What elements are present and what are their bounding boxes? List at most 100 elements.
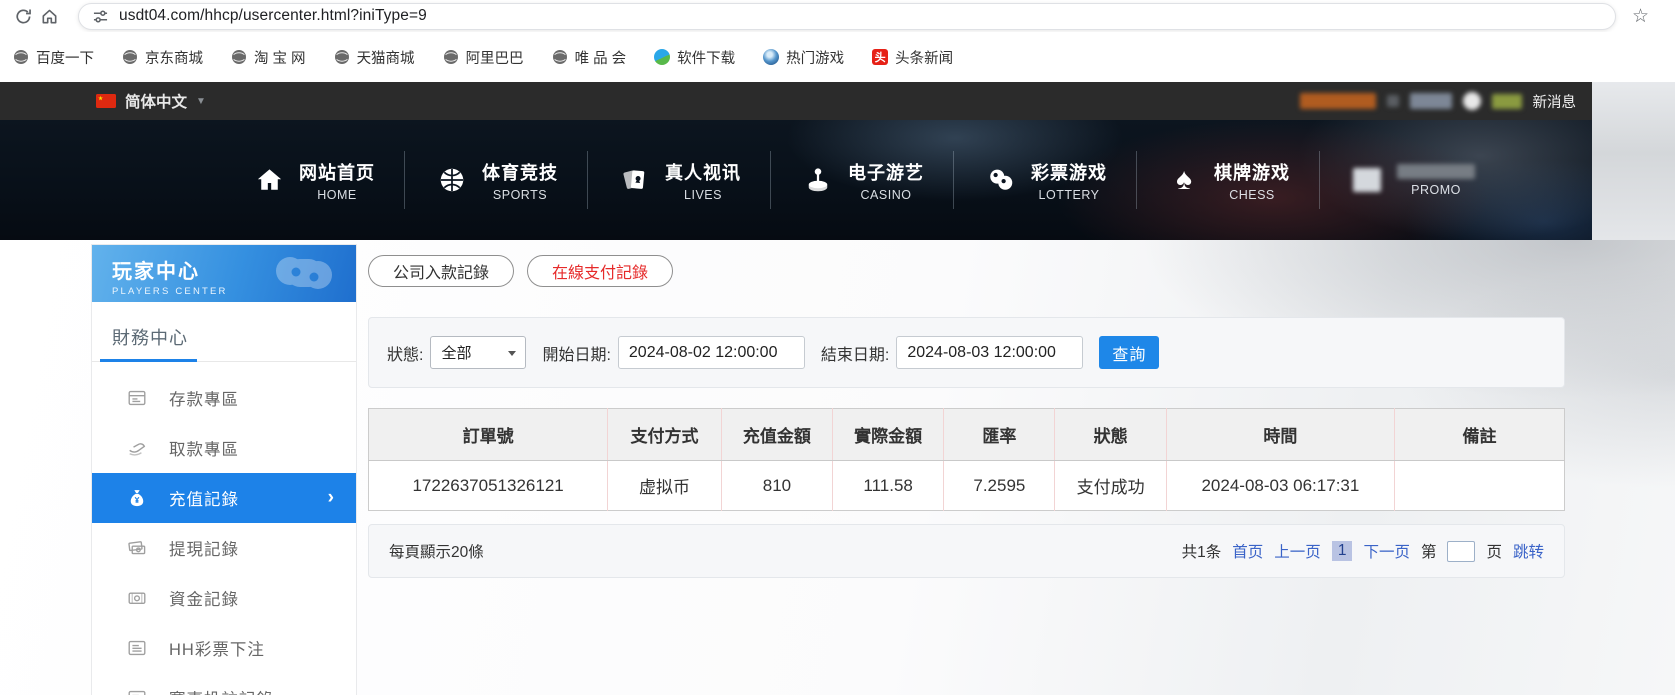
sidebar-item-withdraw[interactable]: 取款專區 <box>92 423 356 473</box>
toutiao-icon: 头 <box>872 49 889 65</box>
sidebar-item-funds-records[interactable]: 資金記錄 <box>92 573 356 623</box>
cell-order-number: 1722637051326121 <box>368 460 608 511</box>
page-size-label: 每頁顯示20條 <box>389 544 484 561</box>
nav-item-chess[interactable]: ♠ 棋牌游戏 CHESS <box>1137 159 1320 202</box>
globe-icon <box>334 50 349 64</box>
bookmark-baidu[interactable]: 百度一下 <box>13 47 94 68</box>
gamepad-watermark-icon <box>276 257 332 289</box>
browser-toolbar: usdt04.com/hhcp/usercenter.html?iniType=… <box>0 0 1675 32</box>
finance-center-heading: 財務中心 <box>112 328 188 348</box>
bookmark-software[interactable]: 软件下载 <box>654 47 735 68</box>
nav-label: 电子游艺 CASINO <box>848 159 924 202</box>
col-exchange-rate: 匯率 <box>943 408 1055 461</box>
current-page[interactable]: 1 <box>1331 541 1353 561</box>
nav-item-lottery[interactable]: 彩票游戏 LOTTERY <box>954 159 1137 202</box>
bookmark-tmall[interactable]: 天猫商城 <box>334 47 415 68</box>
screen: usdt04.com/hhcp/usercenter.html?iniType=… <box>0 0 1675 695</box>
redacted-badge <box>1386 95 1399 107</box>
bookmark-star-icon[interactable]: ☆ <box>1632 7 1649 26</box>
withdraw-icon <box>126 437 150 459</box>
page-jump-input[interactable] <box>1447 540 1476 562</box>
banknotes-icon <box>126 537 150 559</box>
sidebar-item-hh-lottery-bets[interactable]: HH彩票下注 <box>92 623 356 673</box>
sidebar-item-deposit[interactable]: 存款專區 <box>92 373 356 423</box>
tab-company-deposit-records[interactable]: 公司入款記錄 <box>368 255 515 287</box>
top-bar: 简体中文 ▼ 新消息 <box>0 82 1592 120</box>
redacted-amount <box>1491 93 1522 109</box>
nav-label-en: CASINO <box>860 187 912 202</box>
reload-icon[interactable] <box>10 3 36 29</box>
nav-label: 网站首页 HOME <box>299 159 375 202</box>
home-browser-icon[interactable] <box>36 3 62 29</box>
bookmark-toutiao[interactable]: 头 头条新闻 <box>872 47 953 68</box>
cell-recharge-amount: 810 <box>720 460 833 511</box>
start-date-input[interactable] <box>617 336 805 369</box>
end-date-input[interactable] <box>896 336 1084 369</box>
site-settings-icon[interactable] <box>93 9 108 24</box>
bookmark-jd[interactable]: 京东商城 <box>122 47 203 68</box>
jump-prefix-label: 第 <box>1420 544 1437 561</box>
nav-label: PROMO <box>1397 163 1475 197</box>
table-header-row: 訂單號 支付方式 充值金額 實際金額 匯率 狀態 時間 備註 <box>368 408 1565 461</box>
chevron-down-icon <box>508 351 517 356</box>
first-page-link[interactable]: 首页 <box>1232 540 1263 562</box>
cell-time: 2024-08-03 06:17:31 <box>1165 460 1395 511</box>
main-navigation: 网站首页 HOME 体育竞技 SPORTS 真人视讯 LIVES 电子游艺 CA… <box>0 120 1592 240</box>
nav-item-home[interactable]: 网站首页 HOME <box>222 159 405 202</box>
nav-label-en: PROMO <box>1411 182 1461 197</box>
home-icon <box>252 165 286 196</box>
nav-label-zh: 彩票游戏 <box>1031 162 1107 183</box>
jump-go-link[interactable]: 跳转 <box>1513 540 1544 562</box>
jump-suffix-label: 页 <box>1486 544 1502 561</box>
basketball-icon <box>435 165 469 195</box>
bookmark-label: 淘 宝 网 <box>254 50 306 67</box>
sidebar-item-recharge-records[interactable]: 充值記錄 › <box>92 473 356 523</box>
nav-item-sports[interactable]: 体育竞技 SPORTS <box>405 159 588 202</box>
bookmark-games[interactable]: 热门游戏 <box>763 47 844 68</box>
sidebar-item-bet-records-partial[interactable]: 賽事投註記錄 <box>92 673 356 695</box>
nav-label-en: LOTTERY <box>1038 187 1100 202</box>
sidebar-item-label: 充值記錄 <box>169 491 239 509</box>
nav-label: 真人视讯 LIVES <box>665 159 741 202</box>
sidebar-item-label: 取款專區 <box>169 441 239 459</box>
total-count: 共1条 <box>1181 544 1222 561</box>
new-message-link[interactable]: 新消息 <box>1533 91 1577 112</box>
nav-label: 棋牌游戏 CHESS <box>1214 159 1290 202</box>
address-bar[interactable]: usdt04.com/hhcp/usercenter.html?iniType=… <box>78 2 1616 30</box>
bookmark-label: 京东商城 <box>145 50 203 67</box>
bookmark-vip[interactable]: 唯 品 会 <box>552 47 626 68</box>
tab-online-payment-records[interactable]: 在線支付記錄 <box>527 255 674 287</box>
search-button[interactable]: 查詢 <box>1099 336 1160 369</box>
next-page-link[interactable]: 下一页 <box>1363 540 1410 562</box>
globe-icon <box>443 50 458 64</box>
nav-item-promo[interactable]: PROMO <box>1320 163 1505 197</box>
globe-icon <box>123 50 137 64</box>
language-selector[interactable]: 简体中文 ▼ <box>96 90 206 112</box>
url-text[interactable]: usdt04.com/hhcp/usercenter.html?iniType=… <box>119 7 427 25</box>
china-flag-icon <box>96 94 116 108</box>
penguin-game-icon <box>763 49 780 65</box>
bookmark-label: 天猫商城 <box>356 50 415 67</box>
pagination-controls: 共1条 首页 上一页 1 下一页 第 页 跳转 <box>1182 540 1544 562</box>
redacted-gift-icon <box>1353 168 1381 192</box>
nav-label-en: HOME <box>317 187 357 202</box>
status-select[interactable]: 全部 <box>430 336 527 369</box>
nav-label-zh: 电子游艺 <box>848 162 924 183</box>
sidebar-item-label: 存款專區 <box>169 391 239 409</box>
nav-items: 网站首页 HOME 体育竞技 SPORTS 真人视讯 LIVES 电子游艺 CA… <box>0 120 1592 240</box>
spade-icon: ♠ <box>1167 165 1201 195</box>
sidebar-item-label: 資金記錄 <box>169 591 239 609</box>
bookmarks-bar: 百度一下 京东商城 淘 宝 网 天猫商城 阿里巴巴 唯 品 会 软件下载 热门游… <box>0 32 1675 82</box>
bookmark-taobao[interactable]: 淘 宝 网 <box>231 47 306 68</box>
globe-icon <box>552 50 567 64</box>
nav-item-lives[interactable]: 真人视讯 LIVES <box>588 159 771 202</box>
col-payment-method: 支付方式 <box>607 408 722 461</box>
bookmark-alibaba[interactable]: 阿里巴巴 <box>443 47 524 68</box>
prev-page-link[interactable]: 上一页 <box>1274 540 1321 562</box>
nav-item-casino[interactable]: 电子游艺 CASINO <box>771 159 954 202</box>
nav-label: 体育竞技 SPORTS <box>482 159 558 202</box>
bookmark-label: 阿里巴巴 <box>465 50 524 67</box>
sidebar-item-withdrawal-records[interactable]: 提現記錄 <box>92 523 356 573</box>
cell-remark <box>1394 460 1565 511</box>
sidebar-item-label: HH彩票下注 <box>169 641 265 659</box>
